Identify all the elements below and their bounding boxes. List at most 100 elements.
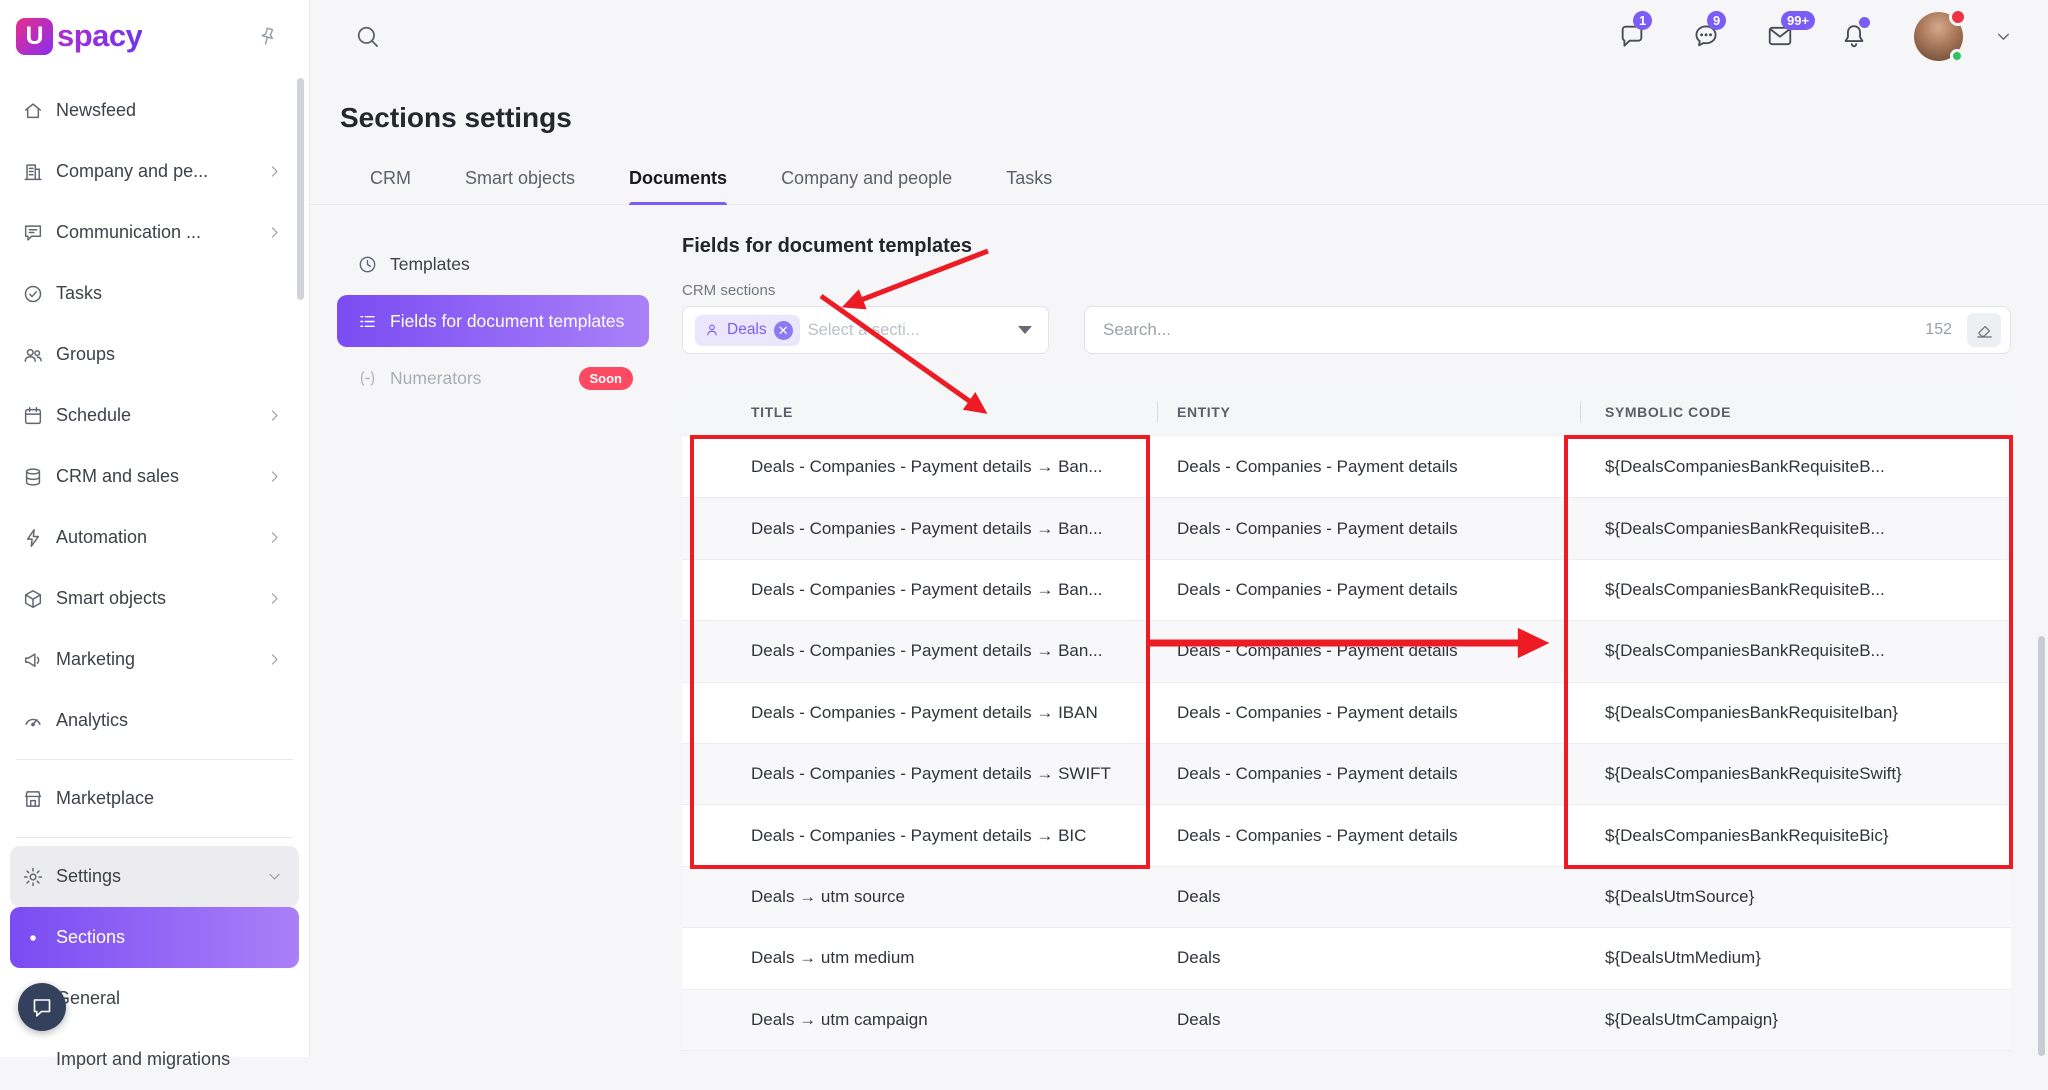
subnav: TemplatesFields for document templatesNu… <box>337 231 649 1051</box>
chip-label: Deals <box>727 321 767 339</box>
bell-icon[interactable] <box>1840 22 1868 50</box>
sidebar: U spacy Newsfeed Company and pe... Communi… <box>0 0 310 1057</box>
sidebar-item-tasks[interactable]: Tasks <box>10 263 299 324</box>
cell-title: Deals - Companies - Payment details → IB… <box>682 703 1157 723</box>
subnav-item-templates[interactable]: Templates <box>337 238 649 290</box>
sidebar-item-label: Analytics <box>56 710 283 731</box>
groups-icon <box>21 343 44 366</box>
table-row[interactable]: Deals - Companies - Payment details → Ba… <box>682 437 2011 498</box>
cell-entity: Deals <box>1157 948 1580 968</box>
column-header-symbolic-code: SYMBOLIC CODE <box>1580 404 2011 420</box>
sidebar-item-label: CRM and sales <box>56 466 266 487</box>
analytics-icon <box>21 709 44 732</box>
sidebar-item-label: Sections <box>56 927 283 948</box>
schedule-icon <box>21 404 44 427</box>
search-box: 152 <box>1084 306 2011 354</box>
tab-smart-objects[interactable]: Smart objects <box>465 168 575 204</box>
cell-title: Deals → utm campaign <box>682 1010 1157 1030</box>
sidebar-item-company-and-pe[interactable]: Company and pe... <box>10 141 299 202</box>
table-row[interactable]: Deals - Companies - Payment details → Ba… <box>682 560 2011 621</box>
person-icon <box>704 322 720 338</box>
marketplace-icon <box>21 787 44 810</box>
sidebar-item-label: Company and pe... <box>56 161 266 182</box>
table-row[interactable]: Deals - Companies - Payment details → IB… <box>682 683 2011 744</box>
tasks-icon <box>21 282 44 305</box>
uspacy-logo[interactable]: U spacy <box>16 18 142 55</box>
subnav-item-label: Numerators <box>390 368 481 389</box>
cell-entity: Deals - Companies - Payment details <box>1157 457 1580 477</box>
uspacy-logo-mark: U <box>16 18 53 55</box>
page-scrollbar[interactable] <box>2038 636 2045 1056</box>
cell-entity: Deals - Companies - Payment details <box>1157 764 1580 784</box>
sidebar-item-groups[interactable]: Groups <box>10 324 299 385</box>
cell-title: Deals → utm medium <box>682 948 1157 968</box>
sidebar-item-analytics[interactable]: Analytics <box>10 690 299 751</box>
table-row[interactable]: Deals → utm campaignDeals${DealsUtmCampa… <box>682 990 2011 1051</box>
avatar[interactable] <box>1914 12 1963 61</box>
cell-title: Deals - Companies - Payment details → Ba… <box>682 519 1157 539</box>
cell-entity: Deals - Companies - Payment details <box>1157 826 1580 846</box>
sidebar-item-label: Schedule <box>56 405 266 426</box>
pin-icon[interactable] <box>253 22 281 50</box>
sidebar-item-communication[interactable]: Communication ... <box>10 202 299 263</box>
subnav-item-numerators[interactable]: NumeratorsSoon <box>337 352 649 404</box>
content: Fields for document templates CRM sectio… <box>682 231 2011 1051</box>
sidebar-item-label: Tasks <box>56 283 283 304</box>
sidebar-item-settings[interactable]: Settings <box>10 846 299 907</box>
table-row[interactable]: Deals - Companies - Payment details → BI… <box>682 805 2011 866</box>
sidebar-item-automation[interactable]: Automation <box>10 507 299 568</box>
notification-badge: 9 <box>1707 11 1726 30</box>
table-header: TITLEENTITYSYMBOLIC CODE <box>682 387 2011 437</box>
sidebar-item-smart-objects[interactable]: Smart objects <box>10 568 299 629</box>
chevron-down-icon <box>266 868 283 885</box>
chevron-down-icon[interactable] <box>1993 26 2014 47</box>
chat-fab-button[interactable] <box>18 983 66 1031</box>
tab-company-and-people[interactable]: Company and people <box>781 168 952 204</box>
sidebar-item-newsfeed[interactable]: Newsfeed <box>10 80 299 141</box>
table-row[interactable]: Deals → utm mediumDeals${DealsUtmMedium} <box>682 928 2011 989</box>
cell-title: Deals - Companies - Payment details → Ba… <box>682 580 1157 600</box>
sidebar-item-import-and-migrations[interactable]: Import and migrations <box>10 1029 299 1090</box>
cell-entity: Deals - Companies - Payment details <box>1157 519 1580 539</box>
search-input[interactable] <box>1103 320 1910 340</box>
chevron-right-icon <box>266 651 283 668</box>
sidebar-item-sections[interactable]: Sections <box>10 907 299 968</box>
templates-icon <box>356 253 378 275</box>
chip-remove-button[interactable]: ✕ <box>774 321 793 340</box>
table-row[interactable]: Deals - Companies - Payment details → Ba… <box>682 498 2011 559</box>
eraser-icon[interactable] <box>1967 313 2001 347</box>
sidebar-item-label: Newsfeed <box>56 100 283 121</box>
table-body: Deals - Companies - Payment details → Ba… <box>682 437 2011 1051</box>
sidebar-item-schedule[interactable]: Schedule <box>10 385 299 446</box>
tab-crm[interactable]: CRM <box>370 168 411 204</box>
sidebar-item-crm-and-sales[interactable]: CRM and sales <box>10 446 299 507</box>
search-icon[interactable] <box>354 23 381 50</box>
deals-chip[interactable]: Deals ✕ <box>695 315 800 346</box>
cell-code: ${DealsUtmSource} <box>1580 887 2011 907</box>
mail-icon[interactable]: 99+ <box>1766 22 1794 50</box>
dropdown-arrow-icon[interactable] <box>1018 326 1032 334</box>
subnav-item-fields-for-document-templates[interactable]: Fields for document templates <box>337 295 649 347</box>
notification-badge: 99+ <box>1781 11 1815 30</box>
crm-sections-select[interactable]: Deals ✕ Select a secti... <box>682 306 1049 354</box>
dot-icon <box>21 926 44 949</box>
blank-icon <box>21 1048 44 1071</box>
table-row[interactable]: Deals - Companies - Payment details → SW… <box>682 744 2011 805</box>
sidebar-item-marketplace[interactable]: Marketplace <box>10 768 299 829</box>
sidebar-item-marketing[interactable]: Marketing <box>10 629 299 690</box>
tab-tasks[interactable]: Tasks <box>1006 168 1052 204</box>
sidebar-item-label: Settings <box>56 866 266 887</box>
sidebar-scrollbar[interactable] <box>297 78 304 300</box>
tab-documents[interactable]: Documents <box>629 168 727 204</box>
cell-title: Deals - Companies - Payment details → SW… <box>682 764 1157 784</box>
comment-icon[interactable]: 1 <box>1618 22 1646 50</box>
chat-icon[interactable]: 9 <box>1692 22 1720 50</box>
avatar-alert-badge <box>1949 8 1967 26</box>
chat-bubble-icon <box>30 995 54 1019</box>
table-row[interactable]: Deals → utm sourceDeals${DealsUtmSource} <box>682 867 2011 928</box>
notification-badge: 1 <box>1633 11 1652 30</box>
topbar: 1 9 99+ <box>310 0 2048 72</box>
uspacy-logo-text: spacy <box>57 18 142 54</box>
table-row[interactable]: Deals - Companies - Payment details → Ba… <box>682 621 2011 682</box>
sidebar-divider <box>16 759 293 760</box>
